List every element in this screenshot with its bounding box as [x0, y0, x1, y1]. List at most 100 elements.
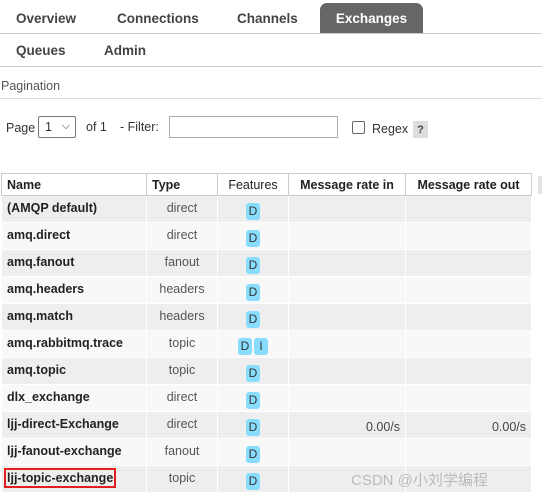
exchange-name-link[interactable]: amq.headers — [7, 282, 84, 296]
rate-in — [288, 303, 406, 331]
durable-badge: D — [246, 230, 260, 247]
exchange-cell: dlx_exchange — [1, 384, 147, 412]
rate-in — [288, 357, 406, 385]
features-cell: DI — [217, 330, 289, 358]
tab-exchanges[interactable]: Exchanges — [320, 3, 423, 34]
durable-badge: D — [246, 203, 260, 220]
filter-input[interactable] — [169, 116, 338, 138]
internal-badge: I — [254, 338, 268, 355]
table-row: amq.fanout fanout D — [1, 249, 532, 277]
rate-in — [288, 330, 406, 358]
exchange-type: direct — [146, 222, 218, 250]
durable-badge: D — [238, 338, 252, 355]
rate-in — [288, 195, 406, 223]
durable-badge: D — [246, 257, 260, 274]
rate-out — [405, 357, 532, 385]
features-cell: D — [217, 438, 289, 466]
exchange-cell: amq.rabbitmq.trace — [1, 330, 147, 358]
tab-admin[interactable]: Admin — [104, 43, 146, 58]
table-row: amq.rabbitmq.trace topic D I — [1, 330, 532, 358]
rate-out — [405, 222, 532, 250]
table-row: ljj-direct-Exchange direct D 0.00/s 0.00/s — [1, 411, 532, 439]
features-cell: D — [217, 303, 289, 331]
exchange-name-link[interactable]: amq.direct — [7, 228, 70, 242]
exchange-type: topic — [146, 357, 218, 385]
col-header-name[interactable]: Name — [1, 173, 147, 196]
page-label: Page — [6, 121, 36, 135]
exchange-cell: amq.headers — [1, 276, 147, 304]
rate-out — [405, 438, 532, 466]
features-cell: D — [217, 384, 289, 412]
regex-label: Regex — [372, 122, 409, 136]
table-row: amq.match headers D — [1, 303, 532, 331]
table-row: ljj-fanout-exchange fanout D — [1, 438, 532, 466]
rate-in — [288, 438, 406, 466]
rate-in — [288, 222, 406, 250]
scrollbar[interactable] — [538, 176, 542, 194]
tab-connections[interactable]: Connections — [117, 11, 199, 26]
features-cell: D — [217, 222, 289, 250]
rate-out — [405, 384, 532, 412]
durable-badge: D — [246, 419, 260, 436]
exchange-name-link[interactable]: ljj-direct-Exchange — [7, 417, 119, 431]
exchange-name-link[interactable]: amq.match — [7, 309, 73, 323]
tab-overview[interactable]: Overview — [16, 11, 76, 26]
table-row: amq.direct direct D — [1, 222, 532, 250]
rate-out — [405, 330, 532, 358]
durable-badge: D — [246, 446, 260, 463]
rate-out: 0.00/s — [405, 411, 532, 439]
rate-out — [405, 276, 532, 304]
tab-queues[interactable]: Queues — [16, 43, 66, 58]
durable-badge: D — [246, 284, 260, 301]
features-cell: D — [217, 249, 289, 277]
exchange-cell: amq.topic — [1, 357, 147, 385]
table-header-row: Name Type Features Message rate in Messa… — [1, 173, 532, 196]
table-row: amq.topic topic D — [1, 357, 532, 385]
exchange-name-link[interactable]: (AMQP default) — [7, 201, 97, 215]
regex-checkbox[interactable] — [352, 121, 365, 134]
rate-out — [405, 249, 532, 277]
exchange-cell: (AMQP default) — [1, 195, 147, 223]
features-cell: D — [217, 411, 289, 439]
exchange-type: headers — [146, 276, 218, 304]
help-button[interactable]: ? — [413, 121, 428, 138]
col-header-type[interactable]: Type — [146, 173, 218, 196]
page-select[interactable]: 1 ⌵ — [38, 116, 76, 138]
exchange-name-link[interactable]: ljj-topic-exchange — [3, 468, 117, 488]
exchange-name-link[interactable]: dlx_exchange — [7, 390, 90, 404]
tab-channels[interactable]: Channels — [237, 11, 298, 26]
exchange-type: direct — [146, 411, 218, 439]
features-cell: D — [217, 276, 289, 304]
exchange-type: topic — [146, 465, 218, 493]
exchange-cell: ljj-direct-Exchange — [1, 411, 147, 439]
filter-label: - Filter: — [120, 120, 159, 134]
durable-badge: D — [246, 392, 260, 409]
exchange-cell: amq.match — [1, 303, 147, 331]
rate-in — [288, 384, 406, 412]
watermark: CSDN @小刘学编程 — [351, 472, 488, 489]
exchanges-table: Name Type Features Message rate in Messa… — [1, 173, 532, 493]
exchange-type: direct — [146, 195, 218, 223]
col-header-features: Features — [217, 173, 289, 196]
col-header-rate-out[interactable]: Message rate out — [405, 173, 532, 196]
table-row: amq.headers headers D — [1, 276, 532, 304]
exchange-name-link[interactable]: ljj-fanout-exchange — [7, 444, 122, 458]
exchange-cell: amq.fanout — [1, 249, 147, 277]
exchange-name-link[interactable]: amq.fanout — [7, 255, 74, 269]
rate-out — [405, 195, 532, 223]
exchange-type: direct — [146, 384, 218, 412]
col-header-rate-in[interactable]: Message rate in — [288, 173, 406, 196]
features-cell: D — [217, 195, 289, 223]
page-count-label: of 1 — [86, 120, 107, 134]
exchange-cell: ljj-topic-exchange — [1, 465, 147, 493]
durable-badge: D — [246, 365, 260, 382]
exchange-type: fanout — [146, 249, 218, 277]
exchange-name-link[interactable]: amq.topic — [7, 363, 66, 377]
pagination-divider — [0, 98, 542, 99]
nav-divider — [0, 33, 542, 34]
rate-in — [288, 276, 406, 304]
exchange-type: headers — [146, 303, 218, 331]
exchange-name-link[interactable]: amq.rabbitmq.trace — [7, 336, 123, 350]
pagination-title: Pagination — [1, 79, 61, 93]
page-select-value: 1 — [45, 120, 52, 134]
